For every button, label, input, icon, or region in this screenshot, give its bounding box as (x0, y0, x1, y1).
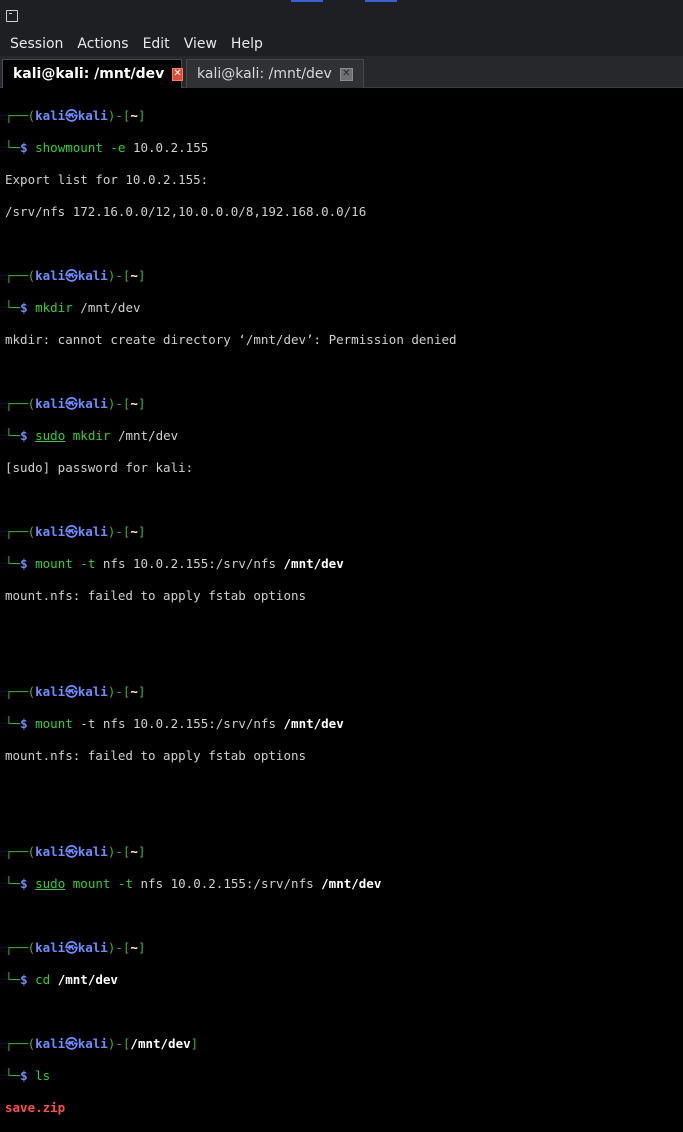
file-listing: save.zip (5, 1100, 681, 1116)
command-line: └─$ mount -t nfs 10.0.2.155:/srv/nfs /mn… (5, 556, 344, 571)
menu-bar: Session Actions Edit View Help (0, 32, 683, 56)
menu-session[interactable]: Session (0, 36, 70, 52)
close-icon[interactable]: ✕ (339, 67, 353, 81)
terminal-app-icon[interactable] (6, 10, 18, 22)
close-icon[interactable]: ✕ (172, 67, 183, 81)
command-line: └─$ ls (5, 1068, 51, 1083)
prompt-line: ┌──(kali㉿kali)-[~] (5, 396, 146, 411)
menu-view[interactable]: View (177, 36, 224, 52)
file-save-zip[interactable]: save.zip (5, 1100, 65, 1115)
prompt-line: ┌──(kali㉿kali)-[~] (5, 524, 146, 539)
menu-edit[interactable]: Edit (136, 36, 177, 52)
tab-terminal-1[interactable]: kali@kali: /mnt/dev ✕ (2, 59, 183, 88)
prompt-line: ┌──(kali㉿kali)-[~] (5, 268, 146, 283)
command-line: └─$ sudo mkdir /mnt/dev (5, 428, 179, 443)
prompt-line: ┌──(kali㉿kali)-[~] (5, 108, 146, 123)
output-line: /srv/nfs 172.16.0.0/12,10.0.0.0/8,192.16… (5, 204, 367, 219)
prompt-line: ┌──(kali㉿kali)-[~] (5, 940, 146, 955)
tab-label: kali@kali: /mnt/dev (13, 66, 165, 82)
command-line: └─$ cd /mnt/dev (5, 972, 118, 987)
output-line: Export list for 10.0.2.155: (5, 172, 209, 187)
window-titlebar (0, 0, 683, 32)
command-line: └─$ showmount -e 10.0.2.155 (5, 140, 209, 155)
output-line: [sudo] password for kali: (5, 460, 194, 475)
command-line: └─$ sudo mount -t nfs 10.0.2.155:/srv/nf… (5, 876, 382, 891)
command-line: └─$ mount -t nfs 10.0.2.155:/srv/nfs /mn… (5, 716, 344, 731)
titlebar-accent (291, 0, 323, 2)
titlebar-accent (365, 0, 397, 2)
menu-help[interactable]: Help (224, 36, 270, 52)
prompt-line: ┌──(kali㉿kali)-[/mnt/dev] (5, 1036, 199, 1051)
tab-bar: kali@kali: /mnt/dev ✕ kali@kali: /mnt/de… (0, 56, 683, 88)
error-line: mount.nfs: failed to apply fstab options (5, 588, 307, 603)
terminal-output[interactable]: ┌──(kali㉿kali)-[~] └─$ showmount -e 10.0… (5, 92, 681, 1132)
error-line: mount.nfs: failed to apply fstab options (5, 748, 307, 763)
prompt-line: ┌──(kali㉿kali)-[~] (5, 684, 146, 699)
error-line: mkdir: cannot create directory ‘/mnt/dev… (5, 332, 457, 347)
command-line: └─$ mkdir /mnt/dev (5, 300, 141, 315)
tab-label: kali@kali: /mnt/dev (197, 66, 332, 82)
menu-actions[interactable]: Actions (70, 36, 135, 52)
tab-terminal-2[interactable]: kali@kali: /mnt/dev ✕ (186, 59, 364, 88)
prompt-line: ┌──(kali㉿kali)-[~] (5, 844, 146, 859)
